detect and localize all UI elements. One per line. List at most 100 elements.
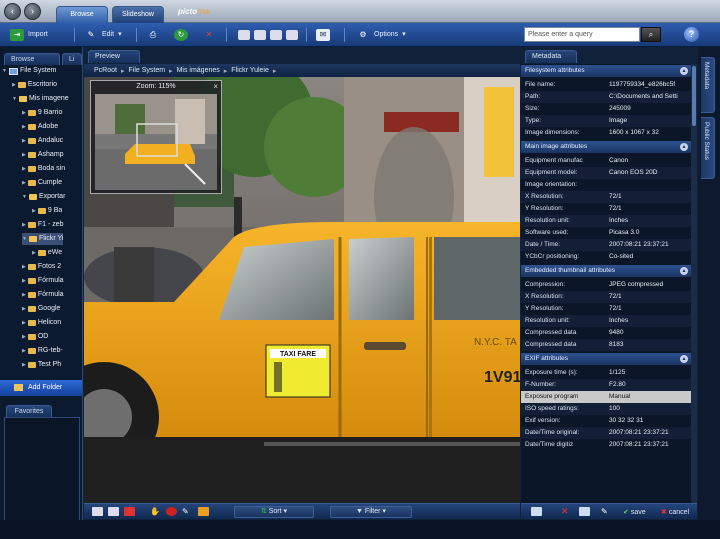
metadata-row[interactable]: F-Number: F2.80 [521,379,691,391]
tree-node[interactable]: ▶ Helicon [22,317,61,329]
metadata-row[interactable]: Date / Time: 2007:08:21 23:37:21 [521,239,691,251]
tab-favorites[interactable]: Favorites [6,405,52,417]
tab-slideshow[interactable]: Slideshow [112,6,164,23]
expand-icon[interactable]: ▶ [22,219,26,231]
refresh-icon[interactable]: ↻ [174,29,188,41]
metadata-section-header[interactable]: Filesystem attributes ▴ [521,65,691,77]
import-button[interactable]: ⇥ Import [10,27,48,43]
tree-node[interactable]: ▼ File System [2,65,57,77]
tab-library-panel[interactable]: Li [62,53,82,65]
breadcrumb-item[interactable]: PcRoot [94,67,117,74]
metadata-value[interactable]: 2007:08:21 23:37:21 [609,427,689,439]
metadata-value[interactable]: 9480 [609,327,689,339]
delete-icon[interactable]: ✕ [202,29,216,41]
metadata-row[interactable]: Compressed data 9480 [521,327,691,339]
metadata-row[interactable]: X Resolution: 72/1 [521,291,691,303]
tree-node[interactable]: ▶ Fotos 2 [22,261,61,273]
metadata-value[interactable]: 8183 [609,339,689,351]
collapse-icon[interactable]: ▼ [2,65,7,77]
vtab-metadata[interactable]: Metadata [701,57,715,113]
metadata-row[interactable]: Resolution unit: Inches [521,315,691,327]
video-icon[interactable] [286,30,298,40]
expand-icon[interactable]: ▶ [22,359,26,371]
metadata-row[interactable]: Software used: Picasa 3.0 [521,227,691,239]
metadata-row[interactable]: Image dimensions: 1600 x 1067 x 32 [521,127,691,139]
search-input[interactable]: Please enter a query [524,27,640,42]
expand-icon[interactable]: ▶ [22,303,26,315]
metadata-value[interactable]: 72/1 [609,191,689,203]
metadata-row[interactable]: ISO speed ratings: 100 [521,403,691,415]
metadata-value[interactable]: JPEG compressed [609,279,689,291]
metadata-value[interactable]: C:\Documents and Setti [609,91,689,103]
expand-icon[interactable]: ▶ [32,247,36,259]
filter-button[interactable]: ▼ Filter ▾ [330,506,412,518]
collapse-icon[interactable]: ▼ [12,93,17,105]
tree-node[interactable]: ▶ Adobe [22,121,58,133]
metadata-section-header[interactable]: EXIF attributes ▴ [521,353,691,365]
expand-icon[interactable]: ▶ [22,261,26,273]
view-red-icon[interactable] [124,507,135,516]
tree-node[interactable]: ▶ RG-teb- [22,345,63,357]
expand-icon[interactable]: ▶ [22,177,26,189]
expand-icon[interactable]: ▶ [22,289,26,301]
sort-button[interactable]: ⇅ Sort ▾ [234,506,314,518]
collapse-icon[interactable]: ▼ [22,191,27,203]
view-grid-icon[interactable] [270,30,282,40]
help-button[interactable]: ? [684,27,699,42]
metadata-value[interactable]: 72/1 [609,291,689,303]
metadata-value[interactable]: Inches [609,215,689,227]
expand-icon[interactable]: ▶ [22,331,26,343]
metadata-row[interactable]: Resolution unit: Inches [521,215,691,227]
tree-node[interactable]: ▶ Andaluc [22,135,63,147]
metadata-row[interactable]: Exposure program Manual [521,391,691,403]
metadata-section-header[interactable]: Main image attributes ▴ [521,141,691,153]
options-button[interactable]: ⚙ Options ▾ [356,27,405,43]
collapse-icon[interactable]: ▴ [680,67,688,75]
expand-icon[interactable]: ▶ [32,205,36,217]
metadata-value[interactable]: 245009 [609,103,689,115]
collapse-icon[interactable]: ▼ [22,233,27,245]
metadata-value[interactable]: 30 32 32 31 [609,415,689,427]
metadata-value[interactable]: Image [609,115,689,127]
breadcrumb-item[interactable]: File System [128,67,165,74]
metadata-row[interactable]: Compression: JPEG compressed [521,279,691,291]
pen-icon[interactable]: ✎ [182,507,193,516]
metadata-row[interactable]: Date/Time digitiz 2007:08:21 23:37:21 [521,439,691,451]
vtab-public-status[interactable]: Public Status [701,117,715,179]
metadata-value[interactable]: 2007:08:21 23:37:21 [609,239,689,251]
metadata-row[interactable]: YCbCr positioning: Co-sited [521,251,691,263]
save-button[interactable]: ✔ save [623,507,646,518]
expand-icon[interactable]: ▶ [22,317,26,329]
tab-browse[interactable]: Browse [56,6,108,23]
metadata-value[interactable]: 1600 x 1067 x 32 [609,127,689,139]
metadata-row[interactable]: Equipment model: Canon EOS 20D [521,167,691,179]
tab-preview[interactable]: Preview [88,50,140,63]
collapse-icon[interactable]: ▴ [680,355,688,363]
metadata-row[interactable]: Y Resolution: 72/1 [521,203,691,215]
metadata-row[interactable]: Exif version: 30 32 32 31 [521,415,691,427]
tab-metadata[interactable]: Metadata [525,50,577,63]
cancel-button[interactable]: ✖ cancel [661,507,689,518]
redeye-icon[interactable] [166,507,177,516]
metadata-row[interactable]: File name: 1197759334_e826bc5f [521,79,691,91]
tree-node[interactable]: ▶ F1 - zeb [22,219,64,231]
edit-icon[interactable]: ✎ [601,507,612,516]
tree-node[interactable]: ▶ OD [22,331,48,343]
tree-node[interactable]: ▼ Exportar [22,191,65,203]
expand-icon[interactable]: ▶ [22,163,26,175]
tree-node[interactable]: ▶ Google [22,303,60,315]
tree-node[interactable]: ▼ Mis imagene [12,93,69,105]
edit-button[interactable]: ✎ Edit ▾ [84,27,122,43]
copy-icon[interactable] [531,507,542,516]
expand-icon[interactable]: ▶ [22,149,26,161]
tree-node[interactable]: ▶ Boda sin [22,163,65,175]
metadata-value[interactable]: Inches [609,315,689,327]
metadata-value[interactable]: 72/1 [609,303,689,315]
metadata-value[interactable]: 2007:08:21 23:37:21 [609,439,689,451]
expand-icon[interactable]: ▶ [22,275,26,287]
expand-icon[interactable]: ▶ [22,121,26,133]
close-icon[interactable]: × [213,81,218,92]
metadata-value[interactable]: 1197759334_e826bc5f [609,79,689,91]
metadata-row[interactable]: Type: Image [521,115,691,127]
metadata-value[interactable]: Manual [609,391,689,403]
